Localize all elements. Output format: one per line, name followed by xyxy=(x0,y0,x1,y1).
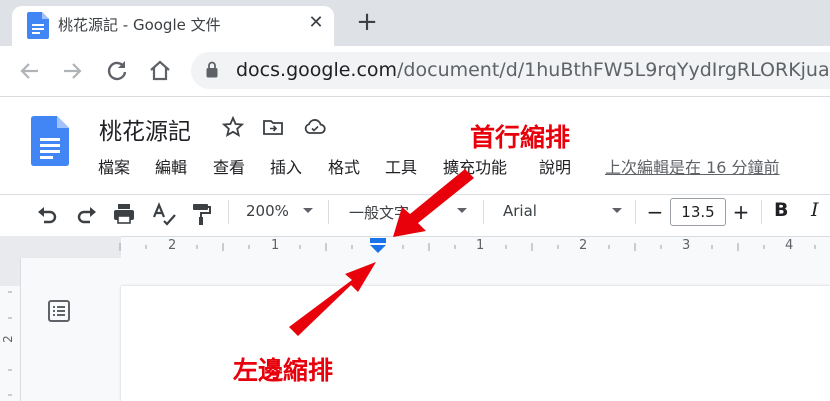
menu-view[interactable]: 查看 xyxy=(213,154,245,178)
document-title[interactable]: 桃花源記 xyxy=(99,112,191,146)
menu-insert[interactable]: 插入 xyxy=(270,154,302,178)
left-indent-label: 左邊縮排 xyxy=(233,356,334,385)
cloud-status-icon[interactable] xyxy=(303,115,327,139)
menu-tools[interactable]: 工具 xyxy=(385,154,417,178)
ruler-label: 1 xyxy=(271,238,280,253)
ruler-label: 1 xyxy=(476,238,485,253)
reload-icon[interactable] xyxy=(103,57,131,85)
move-to-folder-icon[interactable] xyxy=(261,115,285,139)
italic-button[interactable]: I xyxy=(811,199,819,221)
font-size-input[interactable]: 13.5 xyxy=(670,198,726,226)
ruler-label: 3 xyxy=(682,238,691,253)
docs-icon xyxy=(27,12,49,39)
toolbar-separator xyxy=(483,200,484,224)
print-icon[interactable] xyxy=(111,201,137,227)
ruler-ticks xyxy=(0,236,816,258)
first-line-indent-label: 首行縮排 xyxy=(470,123,571,152)
last-edit-link[interactable]: 上次編輯是在 16 分鐘前 xyxy=(605,154,780,178)
menu-edit[interactable]: 編輯 xyxy=(155,154,187,178)
ruler-label: 2 xyxy=(579,238,588,253)
style-caret-icon[interactable] xyxy=(457,208,467,213)
indent-markers[interactable] xyxy=(369,238,387,254)
star-icon[interactable] xyxy=(221,115,245,139)
home-icon[interactable] xyxy=(146,57,174,85)
menu-file[interactable]: 檔案 xyxy=(98,154,130,178)
bold-button[interactable]: B xyxy=(774,199,788,221)
zoom-select[interactable]: 200% xyxy=(246,202,289,220)
font-size-increase-button[interactable]: + xyxy=(729,200,753,224)
menu-format[interactable]: 格式 xyxy=(328,154,360,178)
url-text[interactable]: docs.google.com/document/d/1huBthFW5L9rq… xyxy=(236,59,830,81)
spellcheck-icon[interactable] xyxy=(151,201,177,227)
toolbar-separator xyxy=(635,200,636,224)
menu-extensions[interactable]: 擴充功能 xyxy=(443,154,507,178)
ruler-label: 2 xyxy=(168,238,177,253)
new-tab-button[interactable]: + xyxy=(353,8,381,36)
paint-format-icon[interactable] xyxy=(188,201,214,227)
style-select[interactable]: 一般文字 xyxy=(349,202,409,223)
tab-title: 桃花源記 - Google 文件 xyxy=(58,16,221,34)
vertical-ruler-label: 2 xyxy=(0,335,15,343)
document-page[interactable] xyxy=(121,286,830,401)
docs-logo-icon[interactable] xyxy=(31,116,69,166)
font-caret-icon[interactable] xyxy=(612,208,622,213)
toolbar-separator xyxy=(228,200,229,224)
redo-icon[interactable] xyxy=(74,201,100,227)
outline-icon[interactable] xyxy=(46,298,72,324)
font-select[interactable]: Arial xyxy=(503,202,537,220)
close-tab-icon[interactable]: ✕ xyxy=(303,10,329,36)
toolbar-separator xyxy=(761,200,762,224)
menu-help[interactable]: 說明 xyxy=(539,154,571,178)
toolbar-separator xyxy=(328,200,329,224)
font-size-decrease-button[interactable]: − xyxy=(643,200,667,224)
ruler-label: 4 xyxy=(785,238,794,253)
back-icon[interactable] xyxy=(16,57,44,85)
zoom-caret-icon[interactable] xyxy=(303,208,313,213)
forward-icon[interactable] xyxy=(58,57,86,85)
lock-icon xyxy=(206,61,218,78)
vertical-ruler-ticks xyxy=(0,258,20,396)
undo-icon[interactable] xyxy=(34,201,60,227)
